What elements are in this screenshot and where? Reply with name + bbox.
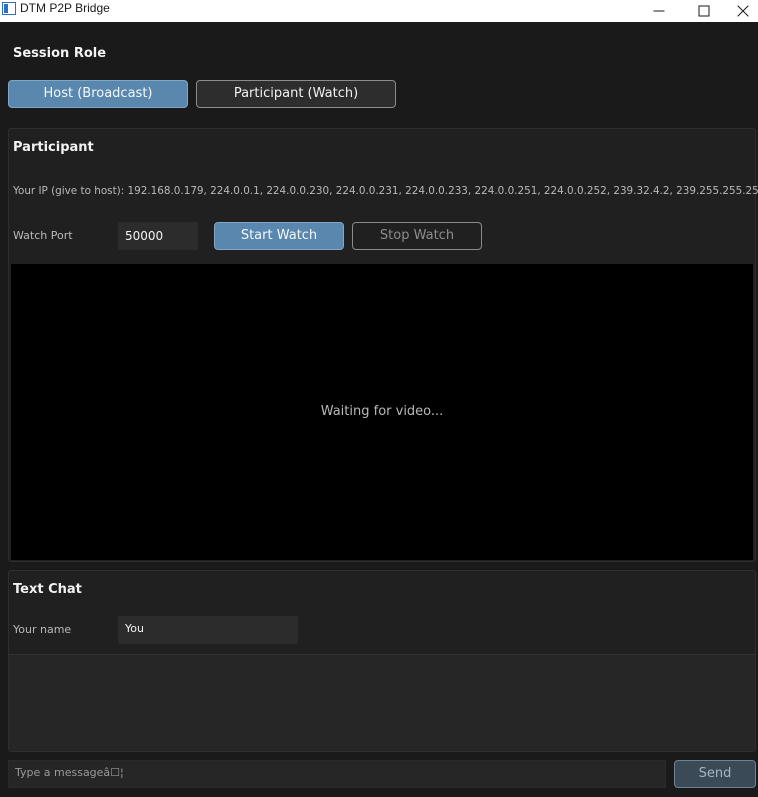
app-icon <box>2 2 16 15</box>
participant-heading: Participant <box>13 140 94 155</box>
your-name-label: Your name <box>13 623 72 636</box>
host-broadcast-button[interactable]: Host (Broadcast) <box>8 80 188 108</box>
minimize-button[interactable] <box>636 0 682 22</box>
start-watch-button[interactable]: Start Watch <box>214 222 344 250</box>
window-title: DTM P2P Bridge <box>20 1 110 15</box>
close-icon <box>737 5 748 17</box>
your-ip-label: Your IP (give to host): 192.168.0.179, 2… <box>13 185 758 197</box>
title-bar: DTM P2P Bridge <box>0 0 758 22</box>
close-button[interactable] <box>727 0 758 22</box>
watch-port-label: Watch Port <box>13 229 73 242</box>
participant-watch-button[interactable]: Participant (Watch) <box>196 80 396 108</box>
chat-log <box>9 654 755 751</box>
video-status-text: Waiting for video... <box>320 404 444 419</box>
maximize-icon <box>698 5 710 17</box>
message-input[interactable]: Type a messageâ☐¦ <box>8 760 666 788</box>
your-name-input[interactable]: You <box>118 616 298 644</box>
minimize-icon <box>653 10 665 12</box>
send-button[interactable]: Send <box>674 760 756 788</box>
session-role-heading: Session Role <box>13 46 107 61</box>
watch-port-input[interactable]: 50000 <box>118 222 198 250</box>
stop-watch-button: Stop Watch <box>352 222 482 250</box>
maximize-button[interactable] <box>681 0 727 22</box>
text-chat-heading: Text Chat <box>13 582 82 597</box>
